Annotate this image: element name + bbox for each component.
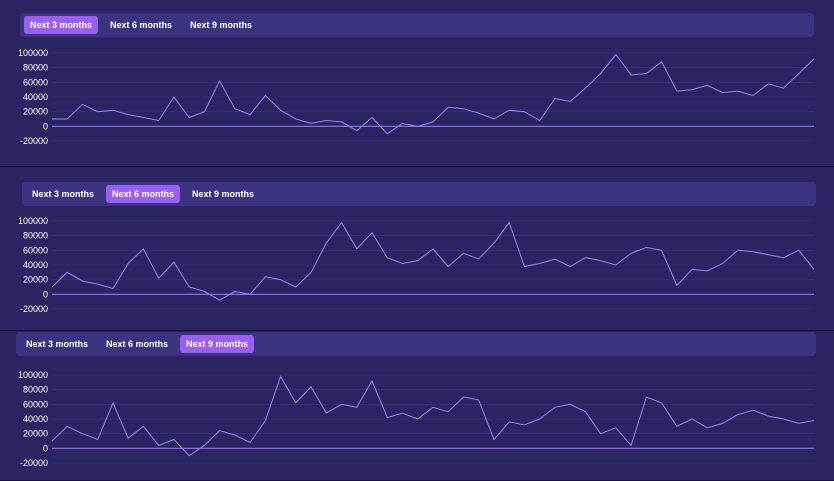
tab-next-6-months[interactable]: Next 6 months xyxy=(104,16,178,34)
line-chart-3-months: 100000 80000 60000 40000 20000 0 -20000 xyxy=(18,48,815,146)
series-line xyxy=(51,221,815,301)
y-tick-label: -20000 xyxy=(20,304,48,314)
chart-panel-9-months: Next 3 months Next 6 months Next 9 month… xyxy=(0,332,834,481)
y-tick-label: -20000 xyxy=(20,136,48,146)
y-tick-label: 20000 xyxy=(23,429,48,439)
tab-next-6-months[interactable]: Next 6 months xyxy=(106,185,181,203)
tab-next-3-months[interactable]: Next 3 months xyxy=(20,335,94,353)
y-tick-label: 60000 xyxy=(23,77,48,87)
y-tick-label: -20000 xyxy=(20,458,48,468)
y-tick-label: 0 xyxy=(43,443,48,453)
y-tick-label: 100000 xyxy=(18,48,48,58)
y-tick-label: 60000 xyxy=(23,399,48,409)
chart-panel-3-months: Next 3 months Next 6 months Next 9 month… xyxy=(0,0,834,167)
y-tick-label: 40000 xyxy=(23,414,48,424)
y-tick-label: 100000 xyxy=(18,370,48,380)
y-tick-label: 100000 xyxy=(18,216,48,226)
y-tick-label: 80000 xyxy=(23,231,48,241)
line-chart-9-months: 100000 80000 60000 40000 20000 0 -20000 xyxy=(18,370,815,468)
y-tick-label: 20000 xyxy=(23,107,48,117)
tab-next-9-months[interactable]: Next 9 months xyxy=(186,185,260,203)
line-chart-6-months: 100000 80000 60000 40000 20000 0 -20000 xyxy=(18,216,815,314)
tab-next-9-months[interactable]: Next 9 months xyxy=(180,335,255,353)
chart-panel-6-months: Next 3 months Next 6 months Next 9 month… xyxy=(0,168,834,331)
y-tick-label: 40000 xyxy=(23,92,48,102)
y-tick-label: 80000 xyxy=(23,63,48,73)
tab-next-3-months[interactable]: Next 3 months xyxy=(26,185,100,203)
tab-next-6-months[interactable]: Next 6 months xyxy=(100,335,174,353)
y-tick-label: 0 xyxy=(43,289,48,299)
tab-next-3-months[interactable]: Next 3 months xyxy=(24,16,99,34)
period-tab-bar: Next 3 months Next 6 months Next 9 month… xyxy=(22,182,816,206)
tab-next-9-months[interactable]: Next 9 months xyxy=(184,16,258,34)
y-tick-label: 0 xyxy=(43,121,48,131)
period-tab-bar: Next 3 months Next 6 months Next 9 month… xyxy=(20,13,814,37)
y-tick-label: 40000 xyxy=(23,260,48,270)
series-line xyxy=(52,53,815,135)
period-tab-bar: Next 3 months Next 6 months Next 9 month… xyxy=(16,332,816,356)
y-tick-label: 80000 xyxy=(23,385,48,395)
series-line xyxy=(51,375,815,457)
y-tick-label: 20000 xyxy=(23,275,48,285)
y-tick-label: 60000 xyxy=(23,245,48,255)
